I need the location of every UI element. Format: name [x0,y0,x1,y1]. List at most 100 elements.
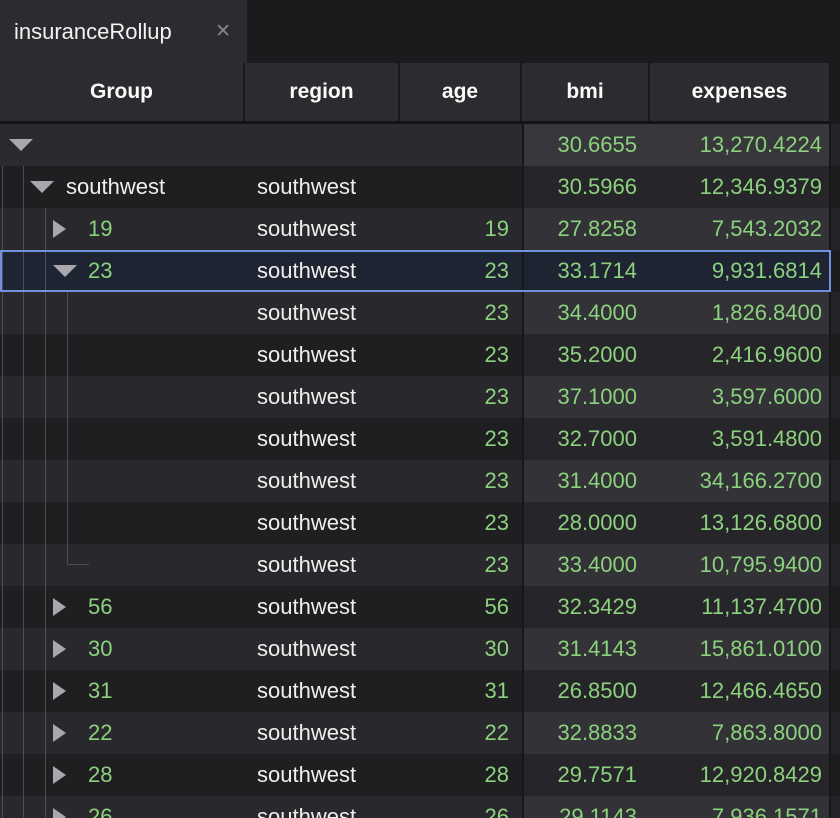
expand-toggle-icon[interactable] [53,640,66,658]
row-edge-sliver [831,334,840,376]
region-cell: southwest [245,544,400,586]
region-cell: southwest [245,460,400,502]
age-cell: 23 [400,334,522,376]
region-cell: southwest [245,334,400,376]
table-row[interactable]: southwest 23 35.2000 2,416.9600 [0,334,840,376]
expand-toggle-icon[interactable] [30,181,54,193]
region-cell: southwest [245,418,400,460]
table-row[interactable]: southwest southwest 30.5966 12,346.9379 [0,166,840,208]
age-cell: 19 [400,208,522,250]
tab-insurance-rollup[interactable]: insuranceRollup ✕ [0,0,247,63]
table-row[interactable]: southwest 23 31.4000 34,166.2700 [0,460,840,502]
table-row[interactable]: 22 southwest 22 32.8833 7,863.8000 [0,712,840,754]
bmi-cell: 27.8258 [522,208,650,250]
group-label: 23 [88,250,112,292]
expand-toggle-icon[interactable] [53,220,66,238]
table-row[interactable]: 56 southwest 56 32.3429 11,137.4700 [0,586,840,628]
region-cell: southwest [245,292,400,334]
group-cell [0,502,245,544]
group-cell: 30 [0,628,245,670]
bmi-cell: 37.1000 [522,376,650,418]
bmi-cell: 30.5966 [522,166,650,208]
table-row[interactable]: 28 southwest 28 29.7571 12,920.8429 [0,754,840,796]
age-cell: 23 [400,250,522,292]
group-label: 31 [88,670,112,712]
bmi-cell: 34.4000 [522,292,650,334]
region-cell: southwest [245,208,400,250]
tree-guide [45,208,46,818]
column-header-region[interactable]: region [245,63,400,121]
group-cell [0,376,245,418]
group-cell [0,292,245,334]
expenses-cell: 12,466.4650 [650,670,831,712]
group-cell [0,460,245,502]
table-row[interactable]: 26 southwest 26 29.1143 7,936.1571 [0,796,840,818]
bmi-cell: 29.1143 [522,796,650,818]
region-cell: southwest [245,628,400,670]
expenses-cell: 11,137.4700 [650,586,831,628]
grid-panel: insuranceRollup ✕ Group region age bmi e… [0,0,840,818]
table-row[interactable]: 31 southwest 31 26.8500 12,466.4650 [0,670,840,712]
close-icon[interactable]: ✕ [215,22,231,41]
expenses-cell: 3,597.6000 [650,376,831,418]
column-header-age[interactable]: age [400,63,522,121]
region-cell: southwest [245,502,400,544]
group-cell: 19 [0,208,245,250]
age-cell: 23 [400,418,522,460]
expenses-cell: 7,936.1571 [650,796,831,818]
table-row[interactable]: 19 southwest 19 27.8258 7,543.2032 [0,208,840,250]
group-cell [0,334,245,376]
table-body[interactable]: 30.6655 13,270.4224 southwest southwest … [0,124,840,818]
expand-toggle-icon[interactable] [9,139,33,151]
expand-toggle-icon[interactable] [53,808,66,818]
table-row[interactable]: southwest 23 33.4000 10,795.9400 [0,544,840,586]
table-row[interactable]: southwest 23 37.1000 3,597.6000 [0,376,840,418]
region-cell: southwest [245,670,400,712]
table-row[interactable]: southwest 23 28.0000 13,126.6800 [0,502,840,544]
region-cell [245,124,400,166]
group-cell: 22 [0,712,245,754]
group-cell [0,418,245,460]
expand-toggle-icon[interactable] [53,682,66,700]
expenses-cell: 1,826.8400 [650,292,831,334]
group-cell: 56 [0,586,245,628]
bmi-cell: 32.8833 [522,712,650,754]
row-edge-sliver [831,250,840,292]
column-header-bmi[interactable]: bmi [522,63,650,121]
table-row[interactable]: southwest 23 32.7000 3,591.4800 [0,418,840,460]
table-row[interactable]: 30.6655 13,270.4224 [0,124,840,166]
table-row[interactable]: southwest 23 34.4000 1,826.8400 [0,292,840,334]
region-cell: southwest [245,586,400,628]
group-cell: 26 [0,796,245,818]
expand-toggle-icon[interactable] [53,598,66,616]
row-edge-sliver [831,502,840,544]
expand-toggle-icon[interactable] [53,265,77,277]
tree-guide [2,166,3,818]
row-edge-sliver [831,292,840,334]
table-row[interactable]: 23 southwest 23 33.1714 9,931.6814 [0,250,840,292]
age-cell: 22 [400,712,522,754]
region-cell: southwest [245,166,400,208]
column-header-row: Group region age bmi expenses [0,63,840,124]
column-header-expenses[interactable]: expenses [650,63,831,121]
expenses-cell: 13,270.4224 [650,124,831,166]
row-edge-sliver [831,796,840,818]
expenses-cell: 12,920.8429 [650,754,831,796]
bmi-cell: 29.7571 [522,754,650,796]
age-cell: 23 [400,544,522,586]
row-edge-sliver [831,670,840,712]
table-row[interactable]: 30 southwest 30 31.4143 15,861.0100 [0,628,840,670]
region-cell: southwest [245,250,400,292]
region-cell: southwest [245,712,400,754]
expand-toggle-icon[interactable] [53,724,66,742]
expand-toggle-icon[interactable] [53,766,66,784]
row-edge-sliver [831,754,840,796]
group-label: 30 [88,628,112,670]
bmi-cell: 35.2000 [522,334,650,376]
age-cell: 26 [400,796,522,818]
bmi-cell: 33.1714 [522,250,650,292]
expenses-cell: 15,861.0100 [650,628,831,670]
bmi-cell: 26.8500 [522,670,650,712]
age-cell: 23 [400,376,522,418]
column-header-group[interactable]: Group [0,63,245,121]
